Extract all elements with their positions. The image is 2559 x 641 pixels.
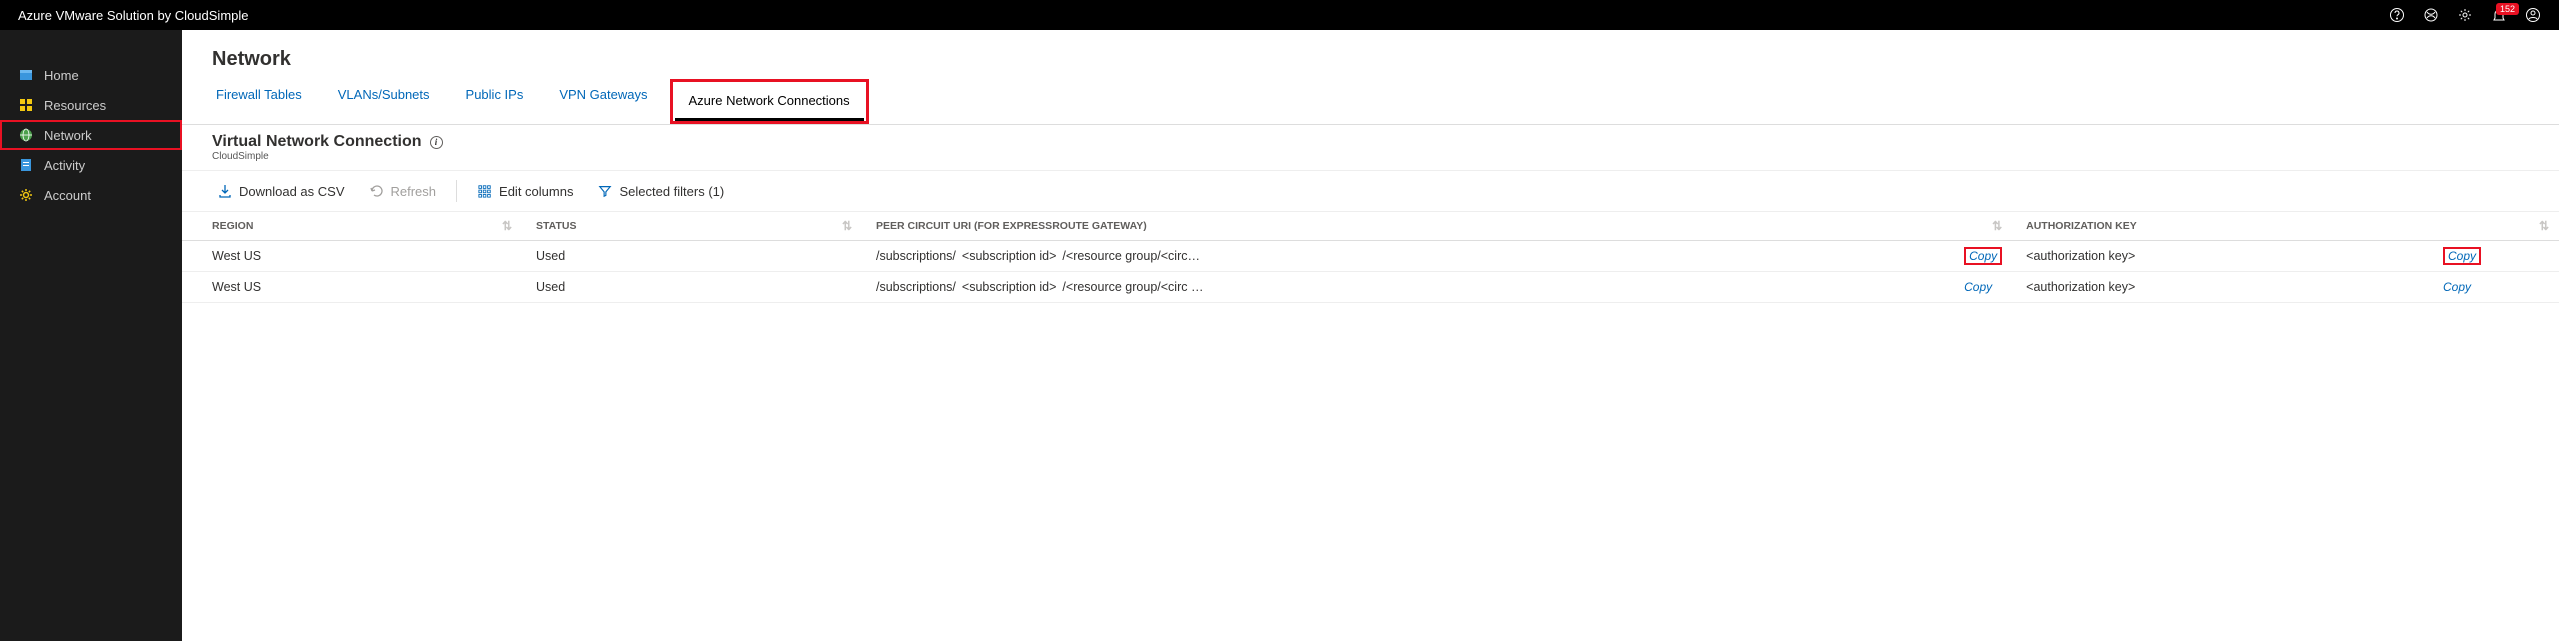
refresh-button[interactable]: Refresh <box>359 179 447 203</box>
user-icon[interactable] <box>2525 7 2541 23</box>
activity-icon <box>18 157 34 173</box>
section-subtitle: CloudSimple <box>212 151 2529 162</box>
network-icon <box>18 127 34 143</box>
cell-region: West US <box>182 272 522 303</box>
topbar: Azure VMware Solution by CloudSimple 152 <box>0 0 2559 30</box>
app-title: Azure VMware Solution by CloudSimple <box>18 8 249 23</box>
sidebar-item-activity[interactable]: Activity <box>0 150 182 180</box>
filters-label: Selected filters (1) <box>619 184 724 199</box>
section-title: Virtual Network Connection <box>212 133 422 151</box>
sort-icon: ⇅ <box>842 219 852 233</box>
download-label: Download as CSV <box>239 184 345 199</box>
section-header: Virtual Network Connection i CloudSimple <box>182 125 2559 164</box>
copy-uri-link[interactable]: Copy <box>1964 280 1992 294</box>
toolbar: Download as CSV Refresh Edit columns Sel <box>182 170 2559 212</box>
main-content: Network Firewall Tables VLANs/Subnets Pu… <box>182 30 2559 641</box>
sidebar-item-label: Resources <box>44 98 106 113</box>
sort-icon: ⇅ <box>502 219 512 233</box>
filter-icon <box>597 183 613 199</box>
sidebar-item-resources[interactable]: Resources <box>0 90 182 120</box>
table-row[interactable]: West US Used /subscriptions/<subscriptio… <box>182 272 2559 303</box>
cell-auth: <authorization key> <box>2012 241 2429 272</box>
edit-columns-button[interactable]: Edit columns <box>467 179 583 203</box>
sidebar-item-account[interactable]: Account <box>0 180 182 210</box>
support-icon[interactable] <box>2423 7 2439 23</box>
copy-auth-link[interactable]: Copy <box>2443 247 2481 265</box>
refresh-icon <box>369 183 385 199</box>
tab-vlans-subnets[interactable]: VLANs/Subnets <box>324 79 444 124</box>
sort-icon: ⇅ <box>1992 219 2002 233</box>
home-icon <box>18 67 34 83</box>
notifications-icon[interactable]: 152 <box>2491 7 2507 23</box>
sort-icon: ⇅ <box>2539 219 2549 233</box>
sidebar-item-network[interactable]: Network <box>0 120 182 150</box>
connections-table: REGION⇅ STATUS⇅ PEER CIRCUIT URI (FOR EX… <box>182 212 2559 303</box>
th-auth-key[interactable]: AUTHORIZATION KEY <box>2012 212 2429 241</box>
refresh-label: Refresh <box>391 184 437 199</box>
tabs: Firewall Tables VLANs/Subnets Public IPs… <box>182 79 2559 125</box>
sidebar: Home Resources Network Activity Account <box>0 30 182 641</box>
sidebar-item-label: Account <box>44 188 91 203</box>
tab-azure-network-connections[interactable]: Azure Network Connections <box>675 85 864 121</box>
sidebar-item-home[interactable]: Home <box>0 60 182 90</box>
download-csv-button[interactable]: Download as CSV <box>207 179 355 203</box>
th-status[interactable]: STATUS⇅ <box>522 212 862 241</box>
cell-status: Used <box>522 241 862 272</box>
cell-uri: /subscriptions/<subscription id>/<resour… <box>862 272 1950 303</box>
sidebar-item-label: Activity <box>44 158 85 173</box>
help-icon[interactable] <box>2389 7 2405 23</box>
copy-uri-link[interactable]: Copy <box>1964 247 2002 265</box>
account-icon <box>18 187 34 203</box>
th-peer-uri[interactable]: PEER CIRCUIT URI (FOR EXPRESSROUTE GATEW… <box>862 212 2012 241</box>
cell-status: Used <box>522 272 862 303</box>
download-icon <box>217 183 233 199</box>
th-region[interactable]: REGION⇅ <box>182 212 522 241</box>
tab-public-ips[interactable]: Public IPs <box>452 79 538 124</box>
cell-region: West US <box>182 241 522 272</box>
resources-icon <box>18 97 34 113</box>
columns-icon <box>477 183 493 199</box>
tab-vpn-gateways[interactable]: VPN Gateways <box>545 79 661 124</box>
info-icon[interactable]: i <box>430 136 443 149</box>
tab-firewall-tables[interactable]: Firewall Tables <box>202 79 316 124</box>
filters-button[interactable]: Selected filters (1) <box>587 179 734 203</box>
table-row[interactable]: West US Used /subscriptions/<subscriptio… <box>182 241 2559 272</box>
sidebar-item-label: Home <box>44 68 79 83</box>
settings-icon[interactable] <box>2457 7 2473 23</box>
cell-auth: <authorization key> <box>2012 272 2429 303</box>
topbar-icons: 152 <box>2389 7 2541 23</box>
edit-columns-label: Edit columns <box>499 184 573 199</box>
cell-uri: /subscriptions/<subscription id>/<resour… <box>862 241 1950 272</box>
th-auth-actions: ⇅ <box>2429 212 2559 241</box>
copy-auth-link[interactable]: Copy <box>2443 280 2471 294</box>
notification-badge: 152 <box>2496 3 2519 15</box>
page-title: Network <box>182 48 2559 79</box>
sidebar-item-label: Network <box>44 128 92 143</box>
